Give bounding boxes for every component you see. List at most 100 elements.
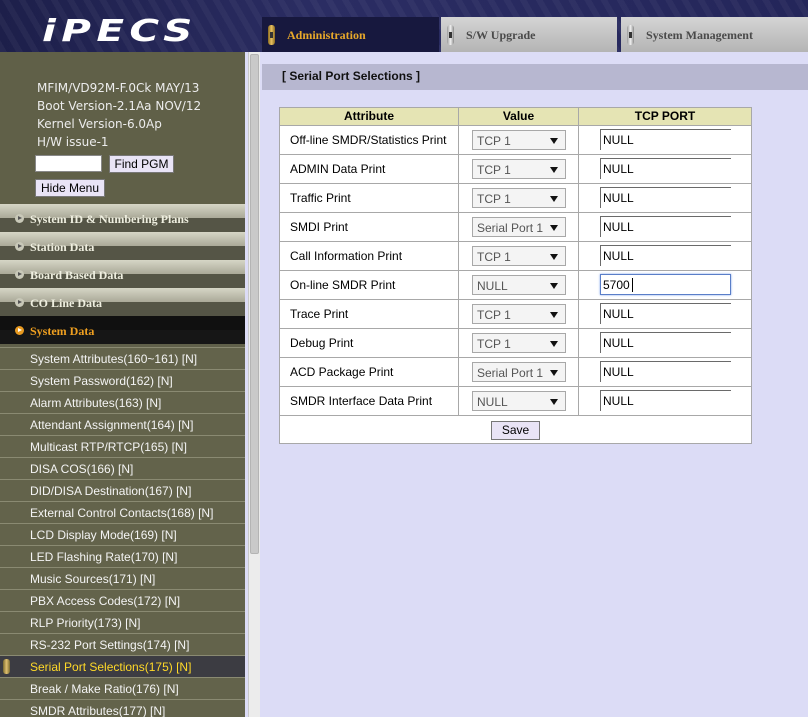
value-select[interactable]: TCP 1 [472, 304, 566, 324]
value-select[interactable]: TCP 1 [472, 130, 566, 150]
tcp-port-input[interactable]: NULL [600, 245, 731, 266]
tab-administration[interactable]: Administration [262, 17, 439, 52]
menu-item-disa-cos[interactable]: DISA COS(166) [N] [0, 457, 245, 479]
tcp-port-input[interactable]: 5700 [600, 274, 731, 295]
sidebar-scrollbar[interactable] [248, 52, 260, 717]
cell-attribute: Call Information Print [280, 242, 459, 270]
tab-system-management[interactable]: System Management [621, 17, 808, 52]
menu-item-label: Break / Make Ratio(176) [N] [30, 682, 179, 696]
menu-item-smdr-attributes[interactable]: SMDR Attributes(177) [N] [0, 699, 245, 717]
tcp-port-input[interactable]: NULL [600, 158, 731, 179]
input-value: NULL [603, 191, 634, 205]
menu-item-pbx-access-codes[interactable]: PBX Access Codes(172) [N] [0, 589, 245, 611]
table-row: Off-line SMDR/Statistics Print TCP 1 NUL… [280, 126, 751, 155]
select-value: TCP 1 [477, 163, 511, 177]
value-select[interactable]: TCP 1 [472, 333, 566, 353]
hide-menu-button[interactable]: Hide Menu [35, 179, 105, 197]
category-board-based-data[interactable]: Board Based Data [0, 260, 245, 288]
menu-item-rs232-port-settings[interactable]: RS-232 Port Settings(174) [N] [0, 633, 245, 655]
menu-item-serial-port-selections[interactable]: Serial Port Selections(175) [N] [0, 655, 245, 677]
cell-value: Serial Port 1 [459, 213, 579, 241]
cell-value: TCP 1 [459, 329, 579, 357]
cell-attribute: Traffic Print [280, 184, 459, 212]
arrow-icon [15, 242, 24, 251]
value-select[interactable]: Serial Port 1 [472, 217, 566, 237]
tcp-port-input[interactable]: NULL [600, 390, 731, 411]
menu-item-system-password[interactable]: System Password(162) [N] [0, 369, 245, 391]
tcp-port-input[interactable]: NULL [600, 332, 731, 353]
find-pgm-button[interactable]: Find PGM [109, 155, 174, 173]
table-row: Call Information Print TCP 1 NULL [280, 242, 751, 271]
select-value: NULL [477, 279, 508, 293]
tab-knob-icon [268, 25, 275, 45]
menu-item-break-make-ratio[interactable]: Break / Make Ratio(176) [N] [0, 677, 245, 699]
attribute-label: Call Information Print [290, 249, 403, 263]
tab-sw-upgrade[interactable]: S/W Upgrade [441, 17, 617, 52]
tcp-port-input[interactable]: NULL [600, 187, 731, 208]
tcp-port-input[interactable]: NULL [600, 216, 731, 237]
select-value: TCP 1 [477, 192, 511, 206]
firmware-version: MFIM/VD92M-F.0Ck MAY/13 [37, 81, 200, 95]
category-system-data[interactable]: System Data [0, 316, 245, 344]
table-row: ACD Package Print Serial Port 1 NULL [280, 358, 751, 387]
cell-attribute: ADMIN Data Print [280, 155, 459, 183]
table-row: Debug Print TCP 1 NULL [280, 329, 751, 358]
menu-item-external-control-contacts[interactable]: External Control Contacts(168) [N] [0, 501, 245, 523]
menu-item-alarm-attributes[interactable]: Alarm Attributes(163) [N] [0, 391, 245, 413]
menu-item-led-flashing-rate[interactable]: LED Flashing Rate(170) [N] [0, 545, 245, 567]
value-select[interactable]: Serial Port 1 [472, 362, 566, 382]
category-co-line-data[interactable]: CO Line Data [0, 288, 245, 316]
chevron-down-icon [550, 341, 558, 347]
category-system-id-numbering[interactable]: System ID & Numbering Plans [0, 204, 245, 232]
menu-item-label: LED Flashing Rate(170) [N] [30, 550, 178, 564]
column-header-value: Value [459, 108, 579, 126]
value-select[interactable]: NULL [472, 391, 566, 411]
attribute-label: Traffic Print [290, 191, 351, 205]
pgm-search-input[interactable] [35, 155, 102, 172]
arrow-icon [15, 326, 24, 335]
cell-attribute: Off-line SMDR/Statistics Print [280, 126, 459, 154]
cell-value: TCP 1 [459, 242, 579, 270]
menu-item-system-attributes[interactable]: System Attributes(160~161) [N] [0, 347, 245, 369]
save-button[interactable]: Save [491, 421, 540, 440]
category-station-data[interactable]: Station Data [0, 232, 245, 260]
tcp-port-input[interactable]: NULL [600, 303, 731, 324]
boot-version: Boot Version-2.1Aa NOV/12 [37, 99, 202, 113]
page-title: [ Serial Port Selections ] [282, 69, 421, 83]
menu-item-attendant-assignment[interactable]: Attendant Assignment(164) [N] [0, 413, 245, 435]
attribute-label: SMDR Interface Data Print [290, 394, 433, 408]
table-row: SMDR Interface Data Print NULL NULL [280, 387, 751, 416]
tcp-port-input[interactable]: NULL [600, 129, 731, 150]
menu-item-music-sources[interactable]: Music Sources(171) [N] [0, 567, 245, 589]
menu-item-rlp-priority[interactable]: RLP Priority(173) [N] [0, 611, 245, 633]
table-row: Traffic Print TCP 1 NULL [280, 184, 751, 213]
system-info-panel: MFIM/VD92M-F.0Ck MAY/13 Boot Version-2.1… [0, 52, 245, 204]
sidebar: MFIM/VD92M-F.0Ck MAY/13 Boot Version-2.1… [0, 52, 262, 717]
value-select[interactable]: NULL [472, 275, 566, 295]
chevron-down-icon [550, 312, 558, 318]
table-row: Trace Print TCP 1 NULL [280, 300, 751, 329]
attribute-label: ACD Package Print [290, 365, 394, 379]
scrollbar-thumb[interactable] [250, 54, 259, 554]
chevron-down-icon [550, 254, 558, 260]
value-select[interactable]: TCP 1 [472, 188, 566, 208]
menu-item-label: Multicast RTP/RTCP(165) [N] [30, 440, 187, 454]
input-value: NULL [603, 336, 634, 350]
cell-value: NULL [459, 387, 579, 415]
cell-value: NULL [459, 271, 579, 299]
tab-label: S/W Upgrade [466, 28, 536, 42]
category-label: System ID & Numbering Plans [30, 212, 189, 226]
table-row: SMDI Print Serial Port 1 NULL [280, 213, 751, 242]
tcp-port-input[interactable]: NULL [600, 361, 731, 382]
menu-item-did-disa-destination[interactable]: DID/DISA Destination(167) [N] [0, 479, 245, 501]
selected-knob-icon [3, 659, 10, 674]
column-header-attribute: Attribute [280, 108, 459, 126]
menu-item-multicast-rtp[interactable]: Multicast RTP/RTCP(165) [N] [0, 435, 245, 457]
menu-item-lcd-display-mode[interactable]: LCD Display Mode(169) [N] [0, 523, 245, 545]
kernel-version: Kernel Version-6.0Ap [37, 117, 162, 131]
value-select[interactable]: TCP 1 [472, 246, 566, 266]
input-value: 5700 [603, 278, 630, 292]
input-value: NULL [603, 162, 634, 176]
attribute-label: On-line SMDR Print [290, 278, 396, 292]
value-select[interactable]: TCP 1 [472, 159, 566, 179]
